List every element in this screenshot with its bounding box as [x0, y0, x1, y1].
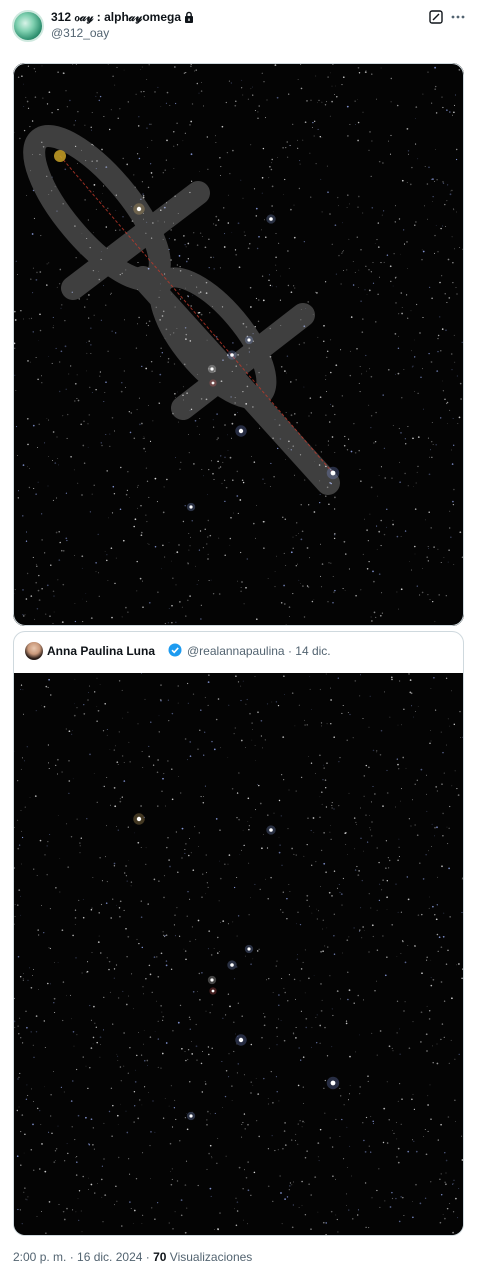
lock-icon — [184, 11, 194, 26]
quoted-handle-date[interactable]: @realannapaulina · 14 dic. — [187, 644, 331, 658]
quoted-author-avatar[interactable] — [25, 642, 43, 660]
separator: · — [142, 1250, 154, 1264]
author-avatar[interactable] — [12, 10, 44, 42]
quoted-author-name[interactable]: Anna Paulina Luna — [47, 644, 155, 658]
grok-icon[interactable] — [428, 9, 444, 25]
author-handle[interactable]: @312_oay — [51, 26, 109, 40]
quoted-post[interactable]: Anna Paulina Luna @realannapaulina · 14 … — [13, 631, 464, 1236]
quoted-image-orion[interactable] — [14, 673, 463, 1235]
post-image-ankh-orion[interactable] — [13, 63, 464, 626]
author-name-line[interactable]: 312 ℴ𝒶𝓎 : alph𝒶𝓎omega — [51, 10, 194, 26]
post-timestamp[interactable]: 2:00 p. m. · 16 dic. 2024 — [13, 1250, 142, 1264]
sun-marker — [54, 150, 66, 162]
quoted-date: · 14 dic. — [287, 644, 331, 658]
post-footer: 2:00 p. m. · 16 dic. 2024 · 70 Visualiza… — [13, 1250, 252, 1264]
verified-badge-icon — [168, 643, 182, 657]
quoted-author-handle[interactable]: @realannapaulina — [187, 644, 285, 658]
more-icon[interactable] — [450, 9, 466, 25]
post-header: 312 ℴ𝒶𝓎 : alph𝒶𝓎omega @312_oay — [0, 0, 478, 52]
views-label: Visualizaciones — [169, 1250, 253, 1264]
author-name[interactable]: 312 ℴ𝒶𝓎 : alph𝒶𝓎omega — [51, 10, 181, 24]
starfield-image-quoted — [14, 673, 463, 1235]
views-count: 70 — [153, 1250, 167, 1264]
starfield-image — [13, 63, 464, 626]
